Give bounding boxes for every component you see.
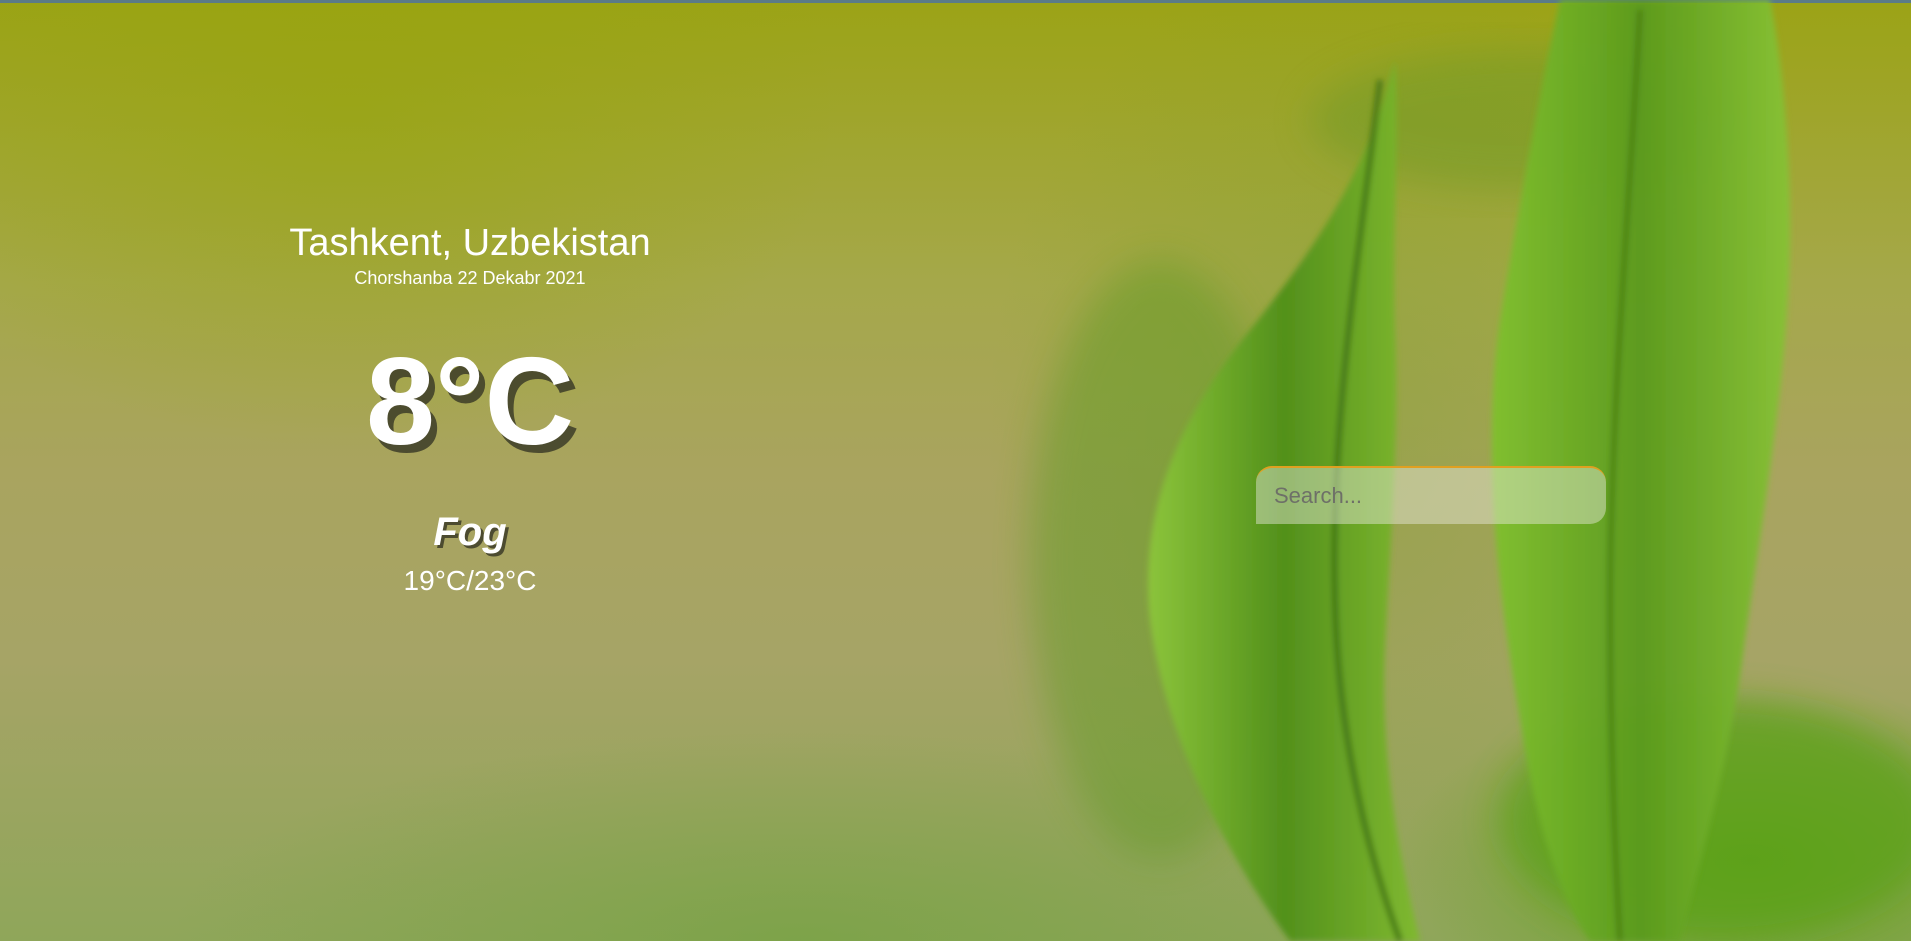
weather-app: Tashkent, Uzbekistan Chorshanba 22 Dekab… (0, 0, 1911, 941)
temperature-range: 19°C/23°C (403, 565, 537, 596)
current-date: Chorshanba 22 Dekabr 2021 (354, 268, 586, 288)
weather-condition: Fog (433, 510, 507, 554)
current-temperature: 8°C (365, 333, 575, 471)
search-input[interactable] (1256, 466, 1606, 524)
city-name: Tashkent, Uzbekistan (289, 222, 651, 264)
weather-summary: Tashkent, Uzbekistan Chorshanba 22 Dekab… (220, 220, 720, 598)
